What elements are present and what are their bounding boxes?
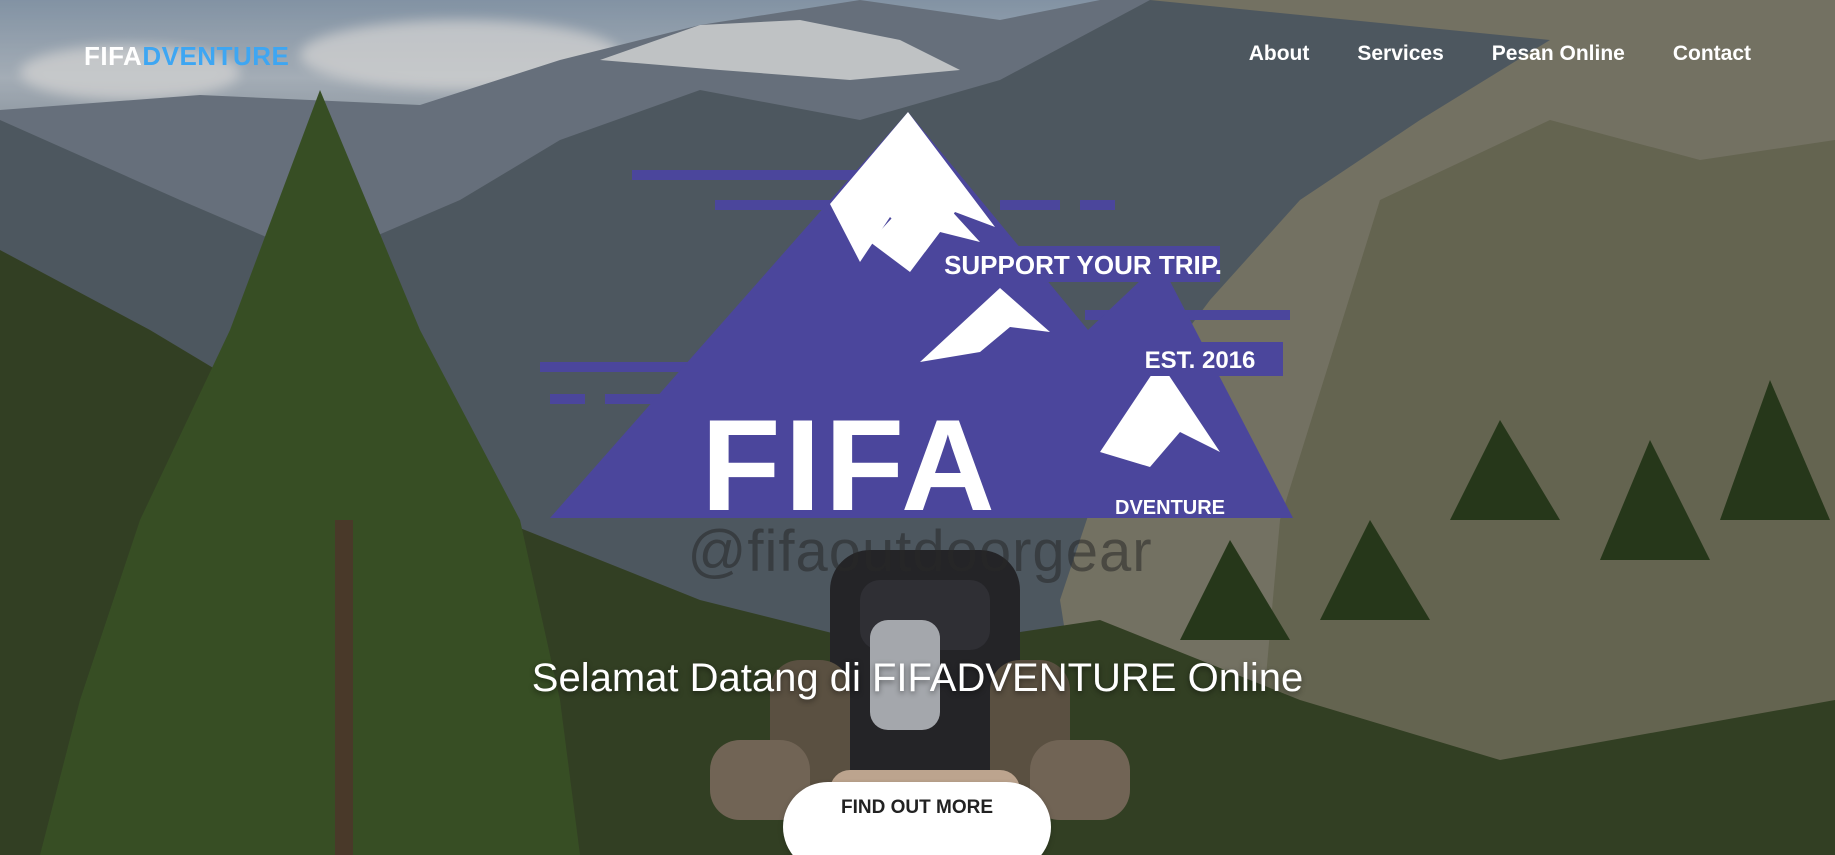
brand-name-part2: DVENTURE [142,41,290,71]
nav-link-pesan-online[interactable]: Pesan Online [1492,42,1625,66]
fifa-adventure-logo: SUPPORT YOUR TRIP. EST. 2016 FIFA DVENTU… [540,112,1293,538]
nav-link-contact[interactable]: Contact [1673,42,1751,66]
logo-established: EST. 2016 [1145,347,1256,374]
hero-headline: Selamat Datang di FIFADVENTURE Online [531,656,1304,700]
brand-name-part1: FIFA [84,41,143,71]
find-out-more-button[interactable]: FIND OUT MORE [783,782,1051,855]
nav-link-services[interactable]: Services [1357,42,1443,66]
brand-logo[interactable]: FIFADVENTURE [84,41,289,72]
main-nav: About Services Pesan Online Contact [1249,42,1751,66]
logo-tagline: SUPPORT YOUR TRIP. [944,250,1222,280]
logo-wordmark: FIFA [701,392,999,538]
instagram-handle: @fifaoutdoorgear [687,519,1153,584]
logo-subword: DVENTURE [1115,497,1225,519]
nav-link-about[interactable]: About [1249,42,1310,66]
hero-section: SUPPORT YOUR TRIP. EST. 2016 FIFA DVENTU… [0,0,1835,855]
navbar: FIFADVENTURE About Services Pesan Online… [0,0,1835,110]
